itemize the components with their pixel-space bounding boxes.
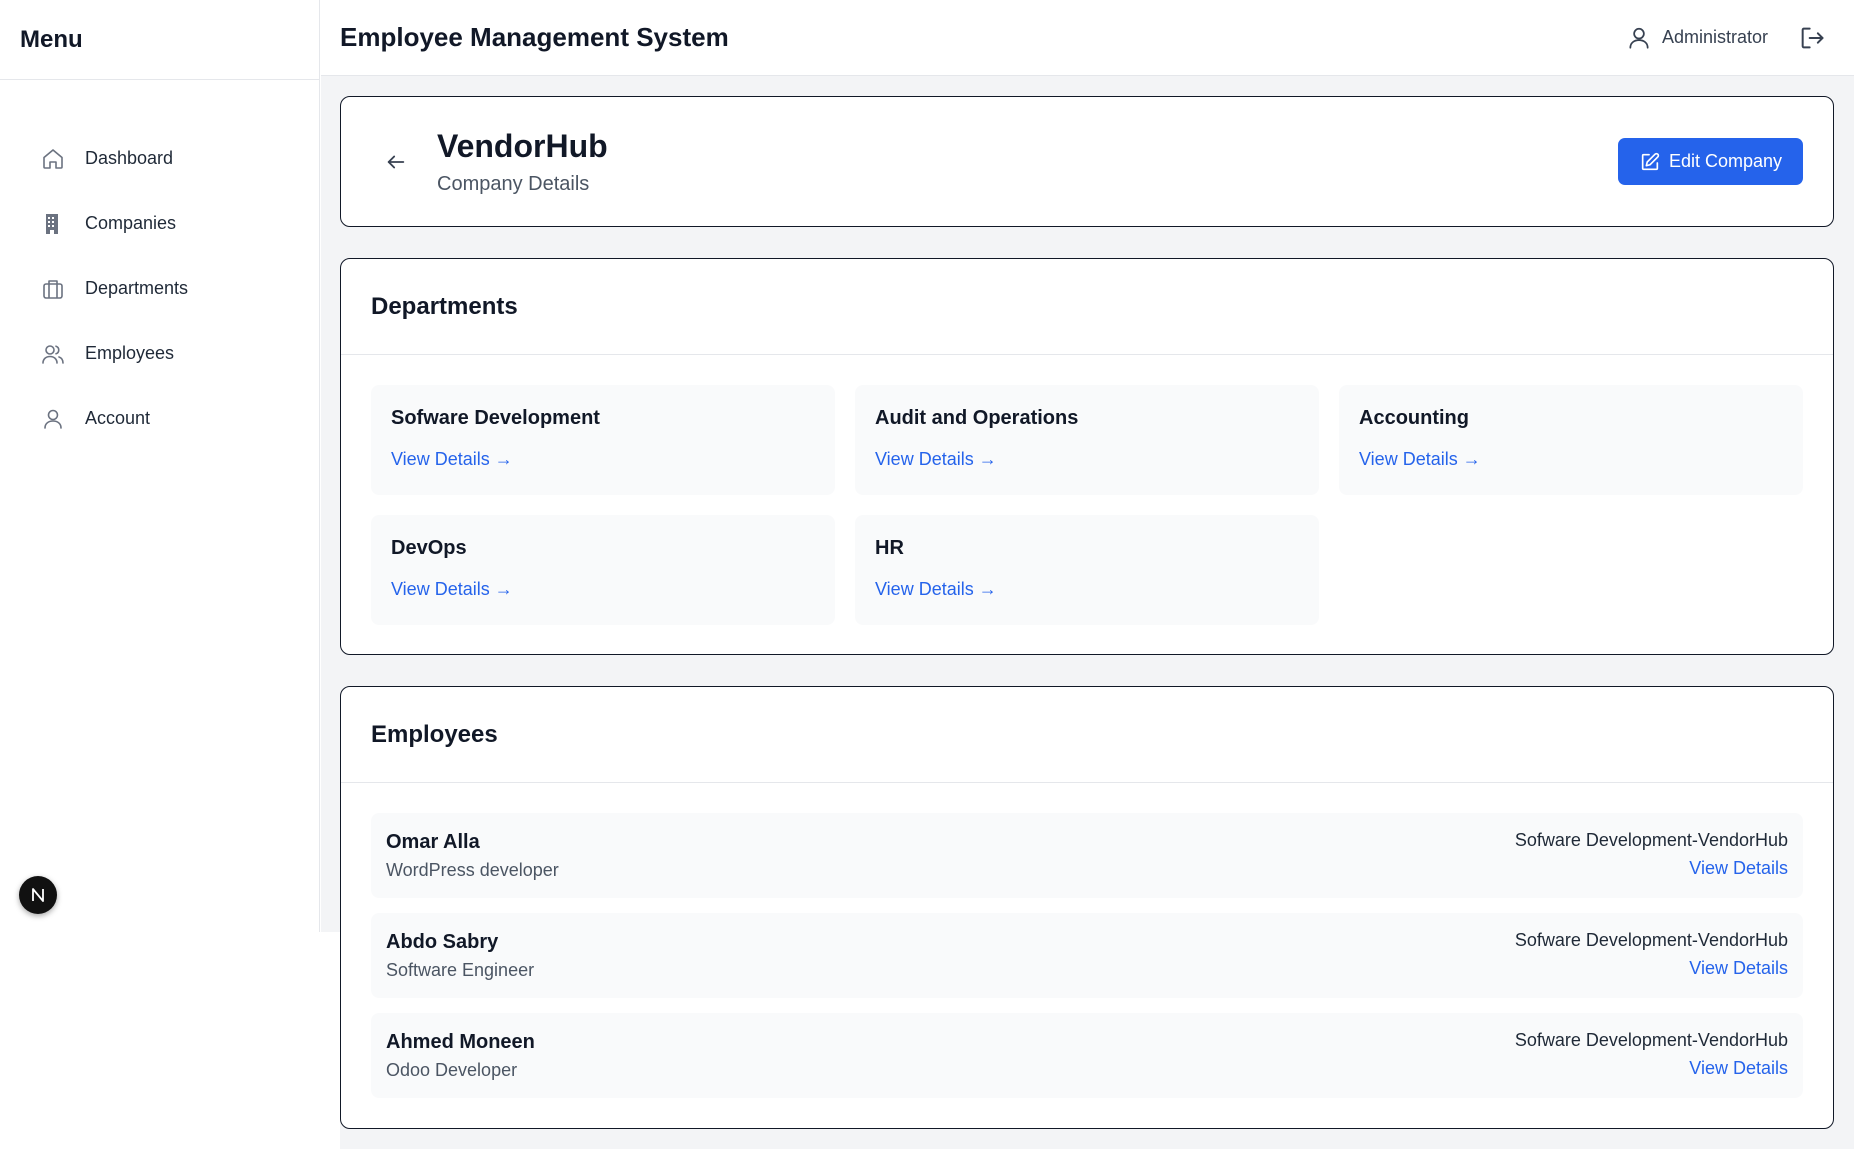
company-header-card: VendorHub Company Details Edit Company [340, 96, 1834, 227]
employee-department: Sofware Development-VendorHub [1514, 930, 1788, 950]
view-details-link[interactable]: View Details [1689, 1058, 1788, 1079]
briefcase-icon [40, 276, 66, 302]
departments-title: Departments [371, 292, 518, 320]
user-area: Administrator [1626, 24, 1826, 52]
building-icon [40, 211, 66, 237]
main-content: VendorHub Company Details Edit Company D… [321, 76, 1854, 1149]
sidebar-nav: Dashboard Companies Departments Employee… [0, 80, 319, 451]
view-details-link[interactable]: View Details → [875, 579, 997, 600]
employees-header: Employees [341, 687, 1833, 783]
back-arrow-icon[interactable] [379, 145, 413, 179]
sidebar-item-employees[interactable]: Employees [20, 321, 299, 386]
department-name: DevOps [391, 537, 467, 559]
user-icon [40, 406, 66, 432]
view-details-link[interactable]: View Details → [875, 449, 997, 470]
employees-title: Employees [371, 720, 498, 748]
edit-icon [1639, 151, 1661, 173]
sidebar-item-label: Employees [85, 343, 175, 363]
employee-name: Omar Alla [386, 831, 480, 853]
company-subtitle: Company Details [437, 173, 590, 195]
employee-name: Abdo Sabry [386, 931, 499, 953]
view-details-link[interactable]: View Details → [391, 579, 513, 600]
departments-card: Departments Sofware Development View Det… [340, 258, 1834, 655]
company-name: VendorHub [437, 128, 608, 164]
list-item: Ahmed Moneen Odoo Developer Sofware Deve… [371, 1013, 1803, 1098]
sidebar-item-label: Departments [85, 278, 189, 298]
sidebar-item-account[interactable]: Account [20, 386, 299, 451]
department-card: DevOps View Details → [371, 515, 835, 625]
dev-tools-badge[interactable] [19, 876, 57, 914]
departments-header: Departments [341, 259, 1833, 355]
employee-role: WordPress developer [386, 860, 559, 880]
sidebar-item-companies[interactable]: Companies [20, 191, 299, 256]
n-logo-icon [32, 888, 44, 902]
view-details-link[interactable]: View Details [1689, 858, 1788, 879]
view-details-link[interactable]: View Details → [391, 449, 513, 470]
employees-card: Employees Omar Alla WordPress developer … [340, 686, 1834, 1129]
employee-role: Odoo Developer [386, 1060, 518, 1080]
department-name: HR [875, 537, 904, 559]
view-details-link[interactable]: View Details [1689, 958, 1788, 979]
departments-grid: Sofware Development View Details → Audit… [371, 385, 1803, 625]
employees-list: Omar Alla WordPress developer Sofware De… [371, 813, 1803, 1113]
list-item: Abdo Sabry Software Engineer Sofware Dev… [371, 913, 1803, 998]
sidebar-title: Menu [20, 25, 83, 53]
sidebar: Menu Dashboard Companies Departments Emp… [0, 0, 320, 932]
employee-name: Ahmed Moneen [386, 1031, 535, 1053]
users-icon [40, 341, 66, 367]
home-icon [40, 146, 66, 172]
page-background [0, 932, 340, 1149]
department-name: Audit and Operations [875, 407, 1079, 429]
sidebar-item-label: Account [85, 408, 151, 428]
edit-company-button[interactable]: Edit Company [1617, 138, 1803, 185]
top-bar: Employee Management System Administrator [321, 0, 1854, 76]
department-card: Sofware Development View Details → [371, 385, 835, 495]
employee-role: Software Engineer [386, 960, 535, 980]
department-name: Accounting [1359, 407, 1469, 429]
employee-department: Sofware Development-VendorHub [1514, 830, 1788, 850]
app-title: Employee Management System [340, 22, 729, 52]
sidebar-header: Menu [0, 0, 319, 80]
employee-department: Sofware Development-VendorHub [1514, 1030, 1788, 1050]
sidebar-item-label: Dashboard [85, 148, 174, 168]
department-card: Accounting View Details → [1339, 385, 1803, 495]
sidebar-item-departments[interactable]: Departments [20, 256, 299, 321]
department-card: Audit and Operations View Details → [855, 385, 1319, 495]
view-details-link[interactable]: View Details → [1359, 449, 1481, 470]
list-item: Omar Alla WordPress developer Sofware De… [371, 813, 1803, 898]
sidebar-item-dashboard[interactable]: Dashboard [20, 126, 299, 191]
department-name: Sofware Development [391, 407, 600, 429]
logout-icon[interactable] [1798, 24, 1826, 52]
current-user-name: Administrator [1661, 27, 1768, 47]
user-icon [1626, 25, 1652, 51]
sidebar-item-label: Companies [85, 213, 177, 233]
department-card: HR View Details → [855, 515, 1319, 625]
edit-company-label: Edit Company [1668, 151, 1782, 171]
